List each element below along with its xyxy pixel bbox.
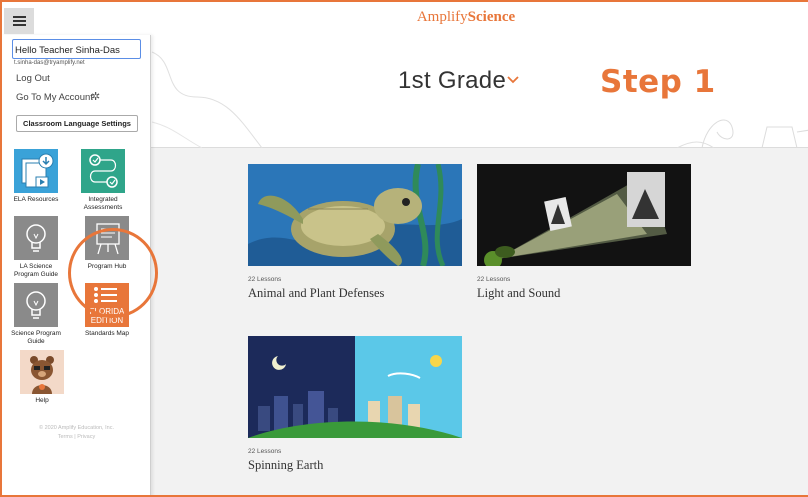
unit-title[interactable]: Animal and Plant Defenses bbox=[248, 286, 462, 301]
sidebar-item-help[interactable]: Help bbox=[12, 350, 72, 405]
language-settings-button[interactable]: Classroom Language Settings bbox=[16, 115, 138, 132]
lesson-count: 22 Lessons bbox=[248, 448, 282, 455]
unit-title[interactable]: Spinning Earth bbox=[248, 458, 462, 473]
hamburger-icon[interactable] bbox=[4, 8, 34, 34]
tile-label: Integrated Assessments bbox=[83, 196, 123, 211]
flashlight-illustration bbox=[477, 164, 691, 266]
step-label: Step 1 bbox=[600, 64, 716, 100]
program-hub-icon[interactable] bbox=[85, 216, 129, 260]
lightbulb-icon[interactable] bbox=[14, 216, 58, 260]
unit-title[interactable]: Light and Sound bbox=[477, 286, 691, 301]
app-frame: AmplifyScience 1st Grade Step 1 22 Lesso… bbox=[0, 0, 808, 497]
tile-label: LA Science Program Guide bbox=[13, 263, 59, 278]
tile-label: ELA Resources bbox=[13, 196, 59, 203]
unit-card-light-and-sound[interactable]: 22 Lessons Light and Sound bbox=[477, 164, 691, 301]
sidebar-item-la-science-guide[interactable]: LA Science Program Guide bbox=[6, 216, 66, 278]
user-email: t.sinha-das@tryamplify.net bbox=[14, 60, 85, 66]
unit-thumbnail[interactable] bbox=[248, 164, 462, 266]
florida-edition-badge: FLORIDA EDITION bbox=[89, 307, 125, 325]
tile-label: Science Program Guide bbox=[11, 330, 61, 345]
log-out-link[interactable]: Log Out bbox=[16, 73, 50, 84]
user-greeting[interactable]: Hello Teacher Sinha-Das bbox=[12, 39, 141, 59]
ela-resources-icon[interactable] bbox=[14, 149, 58, 193]
grade-selector[interactable]: 1st Grade bbox=[398, 67, 506, 95]
earth-day-night-illustration bbox=[248, 336, 462, 438]
unit-card-spinning-earth[interactable]: 22 Lessons Spinning Earth bbox=[248, 336, 462, 473]
sidebar-item-program-hub[interactable]: Program Hub bbox=[77, 216, 137, 271]
standards-map-icon[interactable]: FLORIDA EDITION bbox=[85, 283, 129, 327]
tile-label: Program Hub bbox=[87, 263, 127, 270]
sidebar-item-ela-resources[interactable]: ELA Resources bbox=[6, 149, 66, 204]
unit-thumbnail[interactable] bbox=[477, 164, 691, 266]
turtle-illustration bbox=[248, 164, 462, 266]
help-bear-icon[interactable] bbox=[20, 350, 64, 394]
copyright-text: © 2020 Amplify Education, Inc. bbox=[39, 425, 114, 431]
lesson-count: 22 Lessons bbox=[477, 276, 511, 283]
lesson-count: 22 Lessons bbox=[248, 276, 282, 283]
sidebar-item-standards-map[interactable]: FLORIDA EDITION Standards Map bbox=[77, 283, 137, 338]
sidebar-menu: Hello Teacher Sinha-Das t.sinha-das@trya… bbox=[2, 35, 151, 495]
sidebar-item-science-program-guide[interactable]: Science Program Guide bbox=[6, 283, 66, 345]
assessments-icon[interactable] bbox=[81, 149, 125, 193]
gear-icon[interactable]: ✲ bbox=[91, 90, 100, 103]
tile-label: Help bbox=[35, 397, 49, 404]
chevron-down-icon[interactable] bbox=[507, 76, 519, 84]
unit-card-animal-plant-defenses[interactable]: 22 Lessons Animal and Plant Defenses bbox=[248, 164, 462, 301]
brand-logo: AmplifyScience bbox=[416, 9, 516, 25]
unit-thumbnail[interactable] bbox=[248, 336, 462, 438]
sidebar-item-assessments[interactable]: Integrated Assessments bbox=[73, 149, 133, 211]
tile-label: Standards Map bbox=[84, 330, 130, 337]
my-account-link[interactable]: Go To My Account bbox=[16, 92, 93, 103]
terms-privacy-link[interactable]: Terms | Privacy bbox=[2, 433, 151, 442]
lightbulb-icon[interactable] bbox=[14, 283, 58, 327]
